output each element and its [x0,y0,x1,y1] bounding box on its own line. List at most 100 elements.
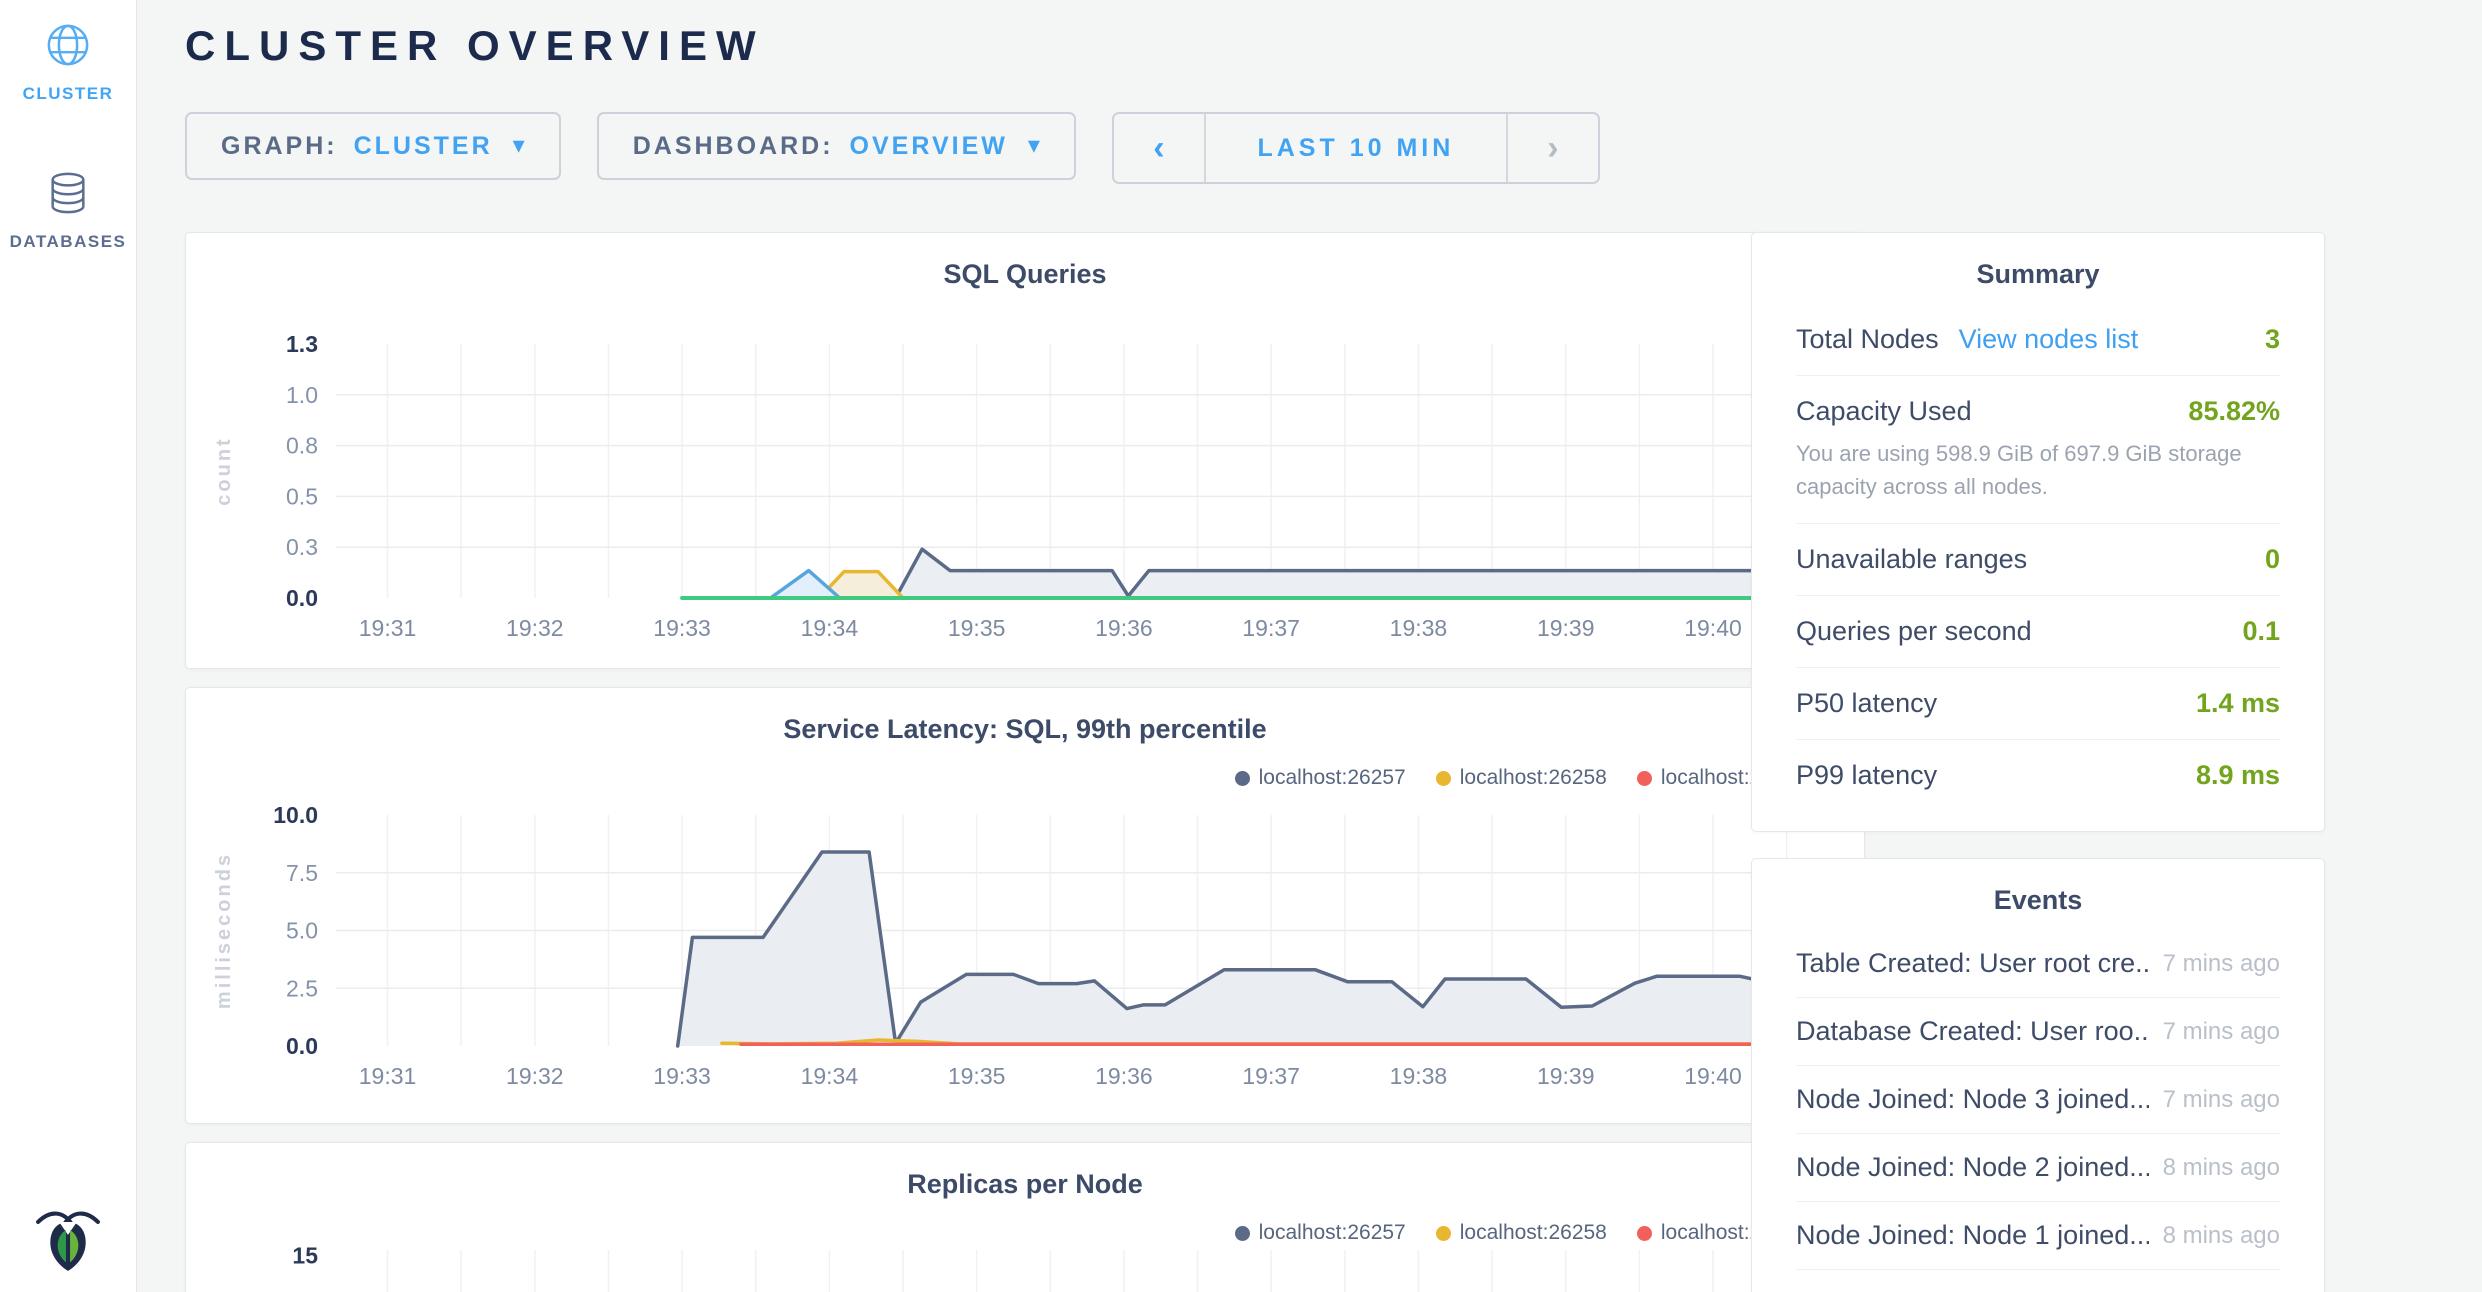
chart-card-replicas-per-node: Replicas per Node ! localhost:26257local… [185,1142,1865,1292]
event-rows: Table Created: User root cre... 7 mins ag… [1796,930,2280,1270]
event-time: 8 mins ago [2163,1222,2280,1250]
chart-title: SQL Queries [186,259,1864,290]
x-axis-tick-label: 19:40 [1684,1063,1742,1089]
view-nodes-link[interactable]: View nodes list [1959,324,2139,355]
summary-row: Unavailable ranges 0 [1796,524,2280,596]
x-axis-tick-label: 19:39 [1537,1063,1595,1089]
database-icon [45,170,91,216]
y-axis-tick-label: 7.5 [286,860,318,886]
event-time: 7 mins ago [2163,1018,2280,1046]
chart-svg-sql-queries: 0.00.30.50.81.01.319:3119:3219:3319:3419… [186,324,1864,654]
x-axis-tick-label: 19:37 [1242,615,1300,641]
x-axis-tick-label: 19:35 [948,1063,1006,1089]
chevron-right-icon: › [1547,129,1558,168]
summary-row-label: Capacity Used [1796,396,1972,427]
summary-row-value: 0.1 [2242,616,2280,647]
summary-row-value: 3 [2265,324,2280,355]
legend-dot [1637,1226,1652,1241]
summary-row: Capacity Used85.82%You are using 598.9 G… [1796,376,2280,524]
event-text: Node Joined: Node 2 joined... [1796,1152,2149,1183]
cockroach-bug-icon [34,1204,102,1278]
graph-dropdown[interactable]: GRAPH: CLUSTER ▾ [185,112,561,180]
series-group [678,852,1794,1046]
summary-row-label: Total Nodes [1796,324,1939,355]
summary-row-subtext: You are using 598.9 GiB of 697.9 GiB sto… [1796,437,2280,503]
timerange-selector: ‹ LAST 10 MIN › [1112,112,1600,184]
summary-row: P50 latency 1.4 ms [1796,668,2280,740]
chart-card-sql-queries: SQL Queries ! 0.00.30.50.81.01.319:3119:… [185,232,1865,669]
sidebar-item-cluster[interactable]: CLUSTER [0,0,136,104]
globe-icon [45,22,91,68]
summary-rows: Total Nodes View nodes list 3 Capacity Used… [1796,304,2280,811]
y-axis-tick-label: 10 [292,1288,318,1292]
chart-legend: localhost:26257localhost:26258localhost:… [1235,1221,1808,1245]
series-area-localhost:26257 [678,852,1794,1046]
timerange-next-button[interactable]: › [1508,114,1598,182]
summary-row-label: P99 latency [1796,760,1937,791]
summary-row-value: 1.4 ms [2196,688,2280,719]
y-axis-tick-label: 10.0 [273,802,318,828]
legend-dot [1235,771,1250,786]
events-panel: Events Table Created: User root cre... 7 … [1751,858,2325,1292]
cluster-overview-page: CLUSTER DATABASES [0,0,2482,1292]
event-text: Table Created: User root cre... [1796,948,2149,979]
x-axis-tick-label: 19:31 [359,615,417,641]
dashboard-dropdown-value: OVERVIEW [850,132,1008,161]
y-axis-tick-label: 1.0 [286,382,318,408]
summary-row-value: 0 [2265,544,2280,575]
chart-card-service-latency: Service Latency: SQL, 99th percentile ! … [185,687,1865,1124]
y-axis-tick-label: 5.0 [286,918,318,944]
chart-svg-service-latency: 0.02.55.07.510.019:3119:3219:3319:3419:3… [186,795,1864,1102]
legend-dot [1637,771,1652,786]
event-text: Node Joined: Node 3 joined... [1796,1084,2149,1115]
summary-row: Queries per second0.1 [1796,596,2280,668]
legend-label: localhost:26258 [1460,766,1607,790]
x-axis-tick-label: 19:37 [1242,1063,1300,1089]
chart-svg-replicas-per-node: 1510 [186,1240,1864,1292]
x-axis-tick-label: 19:36 [1095,1063,1153,1089]
sidebar-item-label: CLUSTER [23,84,114,104]
x-axis-tick-label: 19:34 [801,1063,859,1089]
chart-legend: localhost:26257localhost:26258localhost:… [1235,766,1808,790]
x-axis-tick-label: 19:38 [1390,615,1448,641]
x-axis-tick-label: 19:32 [506,615,564,641]
legend-label: localhost:26257 [1259,1221,1406,1245]
chevron-down-icon: ▾ [513,134,525,158]
legend-label: localhost:26257 [1259,766,1406,790]
legend-dot [1436,1226,1451,1241]
legend-item: localhost:26258 [1436,1221,1607,1245]
graph-dropdown-label: GRAPH: [221,132,338,161]
timerange-value[interactable]: LAST 10 MIN [1204,114,1508,182]
timerange-prev-button[interactable]: ‹ [1114,114,1204,182]
event-time: 8 mins ago [2163,1154,2280,1182]
x-axis-tick-label: 19:33 [653,1063,711,1089]
x-axis-tick-label: 19:31 [359,1063,417,1089]
graph-dropdown-value: CLUSTER [354,132,493,161]
y-axis-tick-label: 0.5 [286,483,318,509]
summary-row-label: P50 latency [1796,688,1937,719]
right-column: Summary Total NodesView nodes list3Capac… [1751,232,2325,1292]
y-axis-tick-label: 0.3 [286,534,318,560]
sidebar-item-label: DATABASES [10,232,127,252]
legend-item: localhost:26258 [1436,766,1607,790]
grid [388,1250,1787,1292]
summary-row-label: Unavailable ranges [1796,544,2027,575]
chart-title: Service Latency: SQL, 99th percentile [186,714,1864,745]
chevron-down-icon: ▾ [1028,134,1040,158]
sidebar-item-databases[interactable]: DATABASES [0,148,136,252]
summary-row: P99 latency8.9 ms [1796,740,2280,811]
dashboard-dropdown-label: DASHBOARD: [633,132,834,161]
event-row: Node Joined: Node 1 joined... 8 mins ago [1796,1202,2280,1270]
y-axis-tick-label: 1.3 [286,331,318,357]
y-axis-tick-label: 0.0 [286,1033,318,1059]
chevron-left-icon: ‹ [1153,129,1164,168]
event-text: Node Joined: Node 1 joined... [1796,1220,2149,1251]
summary-panel: Summary Total NodesView nodes list3Capac… [1751,232,2325,832]
events-title: Events [1796,859,2280,916]
legend-item: localhost:26257 [1235,1221,1406,1245]
dashboard-dropdown[interactable]: DASHBOARD: OVERVIEW ▾ [597,112,1076,180]
chart-title: Replicas per Node [186,1169,1864,1200]
x-axis-tick-label: 19:33 [653,615,711,641]
series-group [682,549,1794,598]
y-axis-tick-label: 15 [292,1242,318,1268]
